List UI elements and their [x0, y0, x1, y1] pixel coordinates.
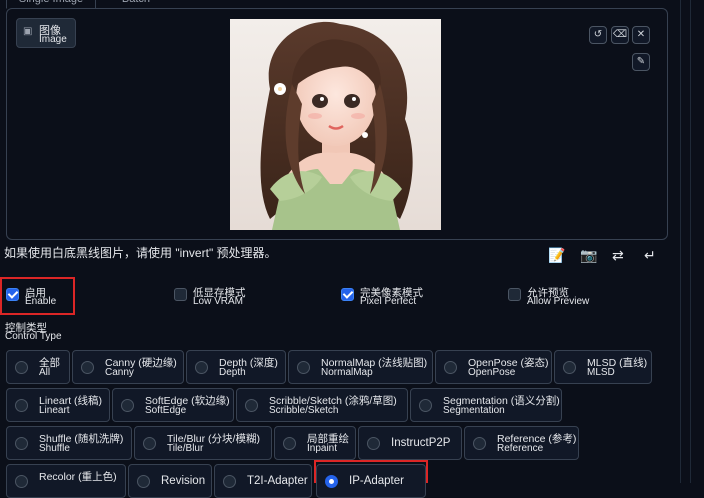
pixel-perfect-label-en: Pixel Perfect: [360, 296, 417, 307]
portrait-illustration: [230, 19, 441, 230]
radio-icon: [137, 475, 150, 488]
radio-label-en: Shuffle: [39, 443, 70, 454]
radio-label: InstructP2P: [391, 437, 451, 449]
radio-icon: [419, 399, 432, 412]
radio-openpose[interactable]: OpenPose (姿态) OpenPose: [435, 350, 552, 384]
eraser-icon[interactable]: ⌫: [611, 26, 629, 44]
invert-hint-text: 如果使用白底黑线图片，请使用 "invert" 预处理器。: [4, 246, 277, 260]
radio-label-en: Segmentation: [443, 405, 505, 416]
image-label-badge: ▣ 图像 Image: [16, 18, 76, 48]
enable-checkbox[interactable]: 启用 Enable: [6, 285, 86, 309]
radio-all[interactable]: 全部 All: [6, 350, 70, 384]
radio-label-en: NormalMap: [321, 367, 373, 378]
radio-icon: [15, 437, 28, 450]
radio-instructp2p[interactable]: InstructP2P: [358, 426, 462, 460]
checkbox-unchecked-icon: [174, 288, 187, 301]
low-vram-label-en: Low VRAM: [193, 296, 244, 307]
radio-t2i-adapter[interactable]: T2I-Adapter: [214, 464, 312, 498]
uploaded-image: [230, 19, 441, 230]
radio-scribble[interactable]: Scribble/Sketch (涂鸦/草图) Scribble/Sketch: [236, 388, 408, 422]
return-arrow-icon[interactable]: ↵: [644, 247, 656, 264]
radio-recolor[interactable]: Recolor (重上色): [6, 464, 126, 498]
control-type-subtitle: Control Type: [5, 331, 62, 342]
radio-revision[interactable]: Revision: [128, 464, 212, 498]
notepad-icon[interactable]: 📝: [548, 247, 565, 264]
radio-icon: [15, 475, 28, 488]
radio-label-en: Tile/Blur: [167, 443, 204, 454]
close-icon[interactable]: ✕: [632, 26, 650, 44]
undo-icon[interactable]: ↺: [589, 26, 607, 44]
image-icon: ▣: [23, 26, 33, 37]
radio-tile-blur[interactable]: Tile/Blur (分块/模糊) Tile/Blur: [134, 426, 272, 460]
radio-softedge[interactable]: SoftEdge (软边缘) SoftEdge: [112, 388, 234, 422]
swap-arrows-icon[interactable]: ⇄: [612, 247, 624, 264]
radio-canny[interactable]: Canny (硬边缘) Canny: [72, 350, 184, 384]
radio-icon: [563, 361, 576, 374]
radio-label-en: Inpaint: [307, 443, 338, 454]
radio-icon: [195, 361, 208, 374]
radio-label-en: SoftEdge: [145, 405, 187, 416]
radio-label-en: Reference: [497, 443, 544, 454]
image-label-en: Image: [39, 34, 67, 45]
radio-lineart[interactable]: Lineart (线稿) Lineart: [6, 388, 110, 422]
scrollbar[interactable]: [680, 0, 691, 483]
radio-label-en: All: [39, 367, 51, 378]
radio-reference[interactable]: Reference (参考) Reference: [464, 426, 579, 460]
ip-adapter-highlight-box: [314, 460, 428, 483]
checkbox-checked-icon: [341, 288, 354, 301]
radio-icon: [81, 361, 94, 374]
allow-preview-checkbox[interactable]: 允许预览 Allow Preview: [508, 285, 618, 309]
radio-mlsd[interactable]: MLSD (直线) MLSD: [554, 350, 652, 384]
allow-preview-label-en: Allow Preview: [527, 296, 590, 307]
radio-label: Revision: [161, 475, 206, 487]
radio-segmentation[interactable]: Segmentation (语义分割) Segmentation: [410, 388, 562, 422]
radio-label-cn: Recolor (重上色): [39, 471, 117, 483]
tab-batch[interactable]: Batch: [106, 0, 166, 8]
radio-icon: [473, 437, 486, 450]
radio-label: T2I-Adapter: [247, 475, 308, 487]
radio-icon: [15, 361, 28, 374]
checkbox-unchecked-icon: [508, 288, 521, 301]
checkbox-checked-icon: [6, 288, 19, 301]
radio-depth[interactable]: Depth (深度) Depth: [186, 350, 286, 384]
radio-normalmap[interactable]: NormalMap (法线贴图) NormalMap: [288, 350, 433, 384]
radio-icon: [283, 437, 296, 450]
pen-icon[interactable]: ✎: [632, 53, 650, 71]
radio-icon: [143, 437, 156, 450]
radio-label-en: Scribble/Sketch: [269, 405, 339, 416]
radio-icon: [367, 437, 380, 450]
radio-label-en: Depth: [219, 367, 246, 378]
radio-icon: [223, 475, 236, 488]
radio-icon: [15, 399, 28, 412]
radio-icon: [245, 399, 258, 412]
radio-shuffle[interactable]: Shuffle (随机洗牌) Shuffle: [6, 426, 132, 460]
low-vram-checkbox[interactable]: 低显存模式 Low VRAM: [174, 285, 274, 309]
radio-label-en: MLSD: [587, 367, 615, 378]
enable-label-en: Enable: [25, 296, 57, 307]
radio-icon: [297, 361, 310, 374]
radio-label-en: Lineart: [39, 405, 70, 416]
radio-icon: [121, 399, 134, 412]
radio-inpaint[interactable]: 局部重绘 Inpaint: [274, 426, 356, 460]
radio-icon: [444, 361, 457, 374]
camera-icon[interactable]: 📷: [580, 247, 597, 264]
pixel-perfect-checkbox[interactable]: 完美像素模式 Pixel Perfect: [341, 285, 451, 309]
radio-label-en: OpenPose: [468, 367, 516, 378]
radio-label-en: Canny: [105, 367, 134, 378]
